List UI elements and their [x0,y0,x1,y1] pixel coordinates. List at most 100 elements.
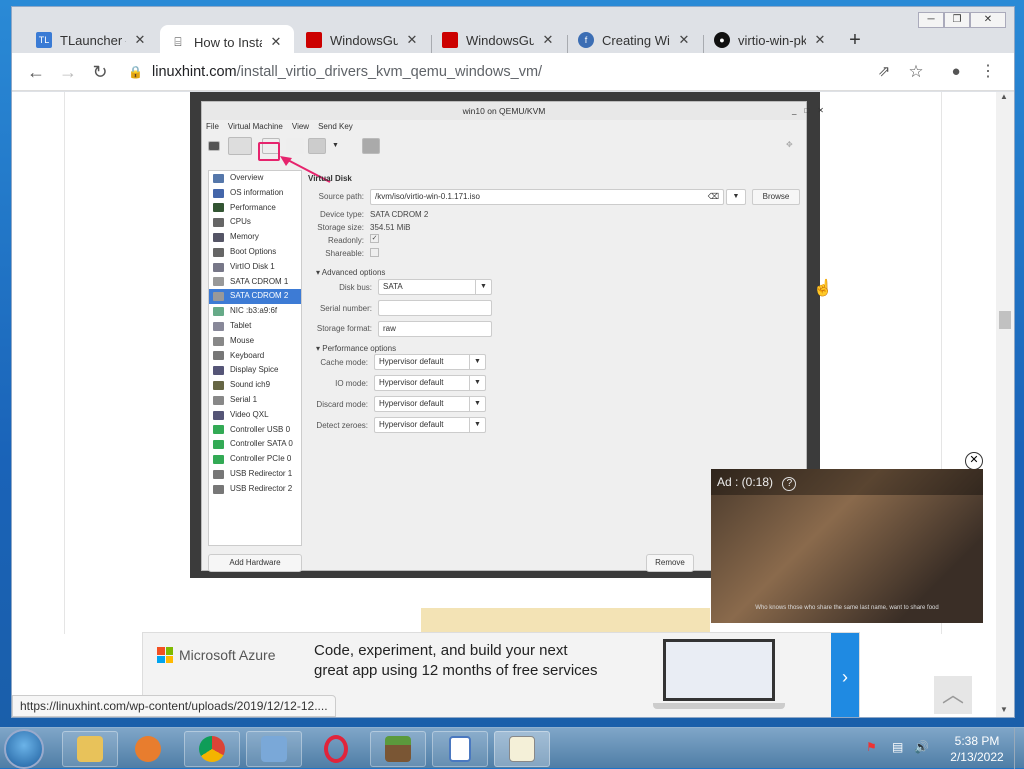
hardware-label: CPUs [230,217,251,227]
hardware-icon [213,262,224,272]
hardware-icon [213,381,224,391]
help-icon[interactable]: ? [782,477,797,491]
hardware-label: Memory [230,232,259,242]
close-tab-icon[interactable]: ✕ [676,32,692,48]
media-player-icon [135,736,161,762]
volume-icon[interactable]: 🔊 [914,740,929,754]
hardware-item: Display Spice [209,363,301,378]
performance-options-expander: ▾ Performance options [316,344,397,353]
back-icon[interactable]: ← [24,61,48,85]
vm-menu-view: View [291,122,310,131]
menu-kebab-icon[interactable]: ⋮ [976,61,1000,85]
linuxhint-icon: ⌸ [174,34,182,49]
disk-bus-value: SATA [383,282,403,291]
tab-creating-windows[interactable]: f Creating Win ✕ [568,25,702,55]
flag-icon[interactable]: ⚑ [866,740,880,754]
hardware-item: VirtIO Disk 1 [209,260,301,275]
share-icon[interactable]: ⇗ [872,61,896,85]
browser-window: ─ ❐ ✕ TL TLauncher – I ✕ ⌸ How to Instal… [11,6,1015,718]
vm-menu-virtual-machine: Virtual Machine [227,122,283,131]
brand-name: Microsoft Azure [179,647,276,663]
tab-windowsguest-2[interactable]: WindowsGue ✕ [432,25,566,55]
virtual-disk-heading: Virtual Disk [308,174,352,183]
new-tab-button[interactable]: + [840,25,870,55]
ad-close-button[interactable]: ✕ [965,452,983,470]
chevron-down-icon: ▼ [475,280,491,294]
hardware-label: SATA CDROM 1 [230,276,289,286]
close-tab-icon[interactable]: ✕ [812,32,828,48]
tab-title: WindowsGue [466,32,534,48]
hardware-item: Controller SATA 0 [209,437,301,452]
bookmark-star-icon[interactable]: ☆ [904,61,928,85]
advanced-options-expander: ▾ Advanced options [316,268,386,277]
taskbar-control-panel[interactable] [246,731,302,767]
io-mode-value: Hypervisor default [379,378,444,387]
video-ad[interactable]: Ad : (0:18) ? Who knows those who share … [711,469,983,623]
hardware-item: USB Redirector 1 [209,467,301,482]
hardware-icon [213,366,224,376]
clear-icon: ⌫ [707,192,719,201]
taskbar-media-player[interactable] [120,731,176,767]
close-tab-icon[interactable]: ✕ [540,32,556,48]
chevron-down-icon: ▼ [469,376,485,390]
snapshot-icon [362,138,380,154]
io-mode-dropdown: Hypervisor default ▼ [374,375,486,391]
reload-icon[interactable]: ↻ [88,61,112,85]
hardware-item: Boot Options [209,245,301,260]
scroll-down-icon[interactable]: ▼ [1000,705,1008,714]
forward-icon[interactable]: → [56,61,80,85]
hardware-label: Performance [230,202,276,212]
close-tab-icon[interactable]: ✕ [132,32,148,48]
banner-arrow-button[interactable]: › [831,633,859,717]
adchoices-icon[interactable]: ▷✕ [835,632,851,643]
start-button[interactable] [4,729,44,769]
chevron-down-icon: ▼ [469,397,485,411]
cache-mode-dropdown: Hypervisor default ▼ [374,354,486,370]
address-bar[interactable]: 🔒 linuxhint.com/install_virtio_drivers_k… [120,58,880,86]
taskbar-minecraft[interactable] [370,731,426,767]
hardware-label: Controller PCIe 0 [230,454,292,464]
fedora-icon: f [578,32,594,48]
scrollbar-thumb[interactable] [999,311,1011,329]
scroll-up-icon[interactable]: ▲ [1000,92,1008,101]
hardware-icon [213,336,224,346]
hardware-icon [213,410,224,420]
clock[interactable]: 5:38 PM 2/13/2022 [942,733,1012,765]
hardware-item: Overview [209,171,301,186]
taskbar-wordpad[interactable] [432,731,488,767]
browse-button: Browse [752,189,800,205]
source-dropdown-icon: ▼ [726,189,746,205]
source-path-label: Source path: [318,192,364,201]
tab-title: WindowsGue [330,32,398,48]
hardware-item: SATA CDROM 1 [209,275,301,290]
status-bar-url: https://linuxhint.com/wp-content/uploads… [12,695,336,717]
taskbar-chrome[interactable] [184,731,240,767]
scroll-to-top-button[interactable]: ︿ [934,676,972,714]
vm-menubar: File Virtual Machine View Send Key [202,120,806,134]
tab-windowsguest-1[interactable]: WindowsGue ✕ [296,25,430,55]
taskbar-opera[interactable] [308,731,364,767]
hardware-icon [213,484,224,494]
discard-mode-value: Hypervisor default [379,399,444,408]
source-path-field: /kvm/iso/virtio-win-0.1.171.iso ⌫ [370,189,724,205]
vertical-scrollbar[interactable]: ▲ ▼ [996,92,1014,717]
tab-virtio-win[interactable]: ● virtio-win-pk ✕ [704,25,838,55]
taskbar-explorer[interactable] [62,731,118,767]
tab-tlauncher[interactable]: TL TLauncher – I ✕ [26,25,158,55]
show-desktop-button[interactable] [1014,728,1024,769]
browser-toolbar: ← → ↻ 🔒 linuxhint.com/install_virtio_dri… [12,53,1014,91]
hardware-label: Keyboard [230,350,265,360]
discard-mode-label: Discard mode: [316,400,368,409]
hardware-icon [213,440,224,450]
taskbar-paint[interactable] [494,731,550,767]
profile-icon[interactable]: ● [944,61,968,85]
device-type-value: SATA CDROM 2 [370,210,429,219]
hardware-item: Video QXL [209,408,301,423]
close-tab-icon[interactable]: ✕ [404,32,420,48]
folder-icon [77,736,103,762]
close-tab-icon[interactable]: ✕ [268,34,284,50]
network-icon[interactable]: ▤ [892,740,906,754]
detect-zeroes-value: Hypervisor default [379,420,444,429]
hardware-label: USB Redirector 2 [230,483,293,493]
hardware-item: OS information [209,186,301,201]
